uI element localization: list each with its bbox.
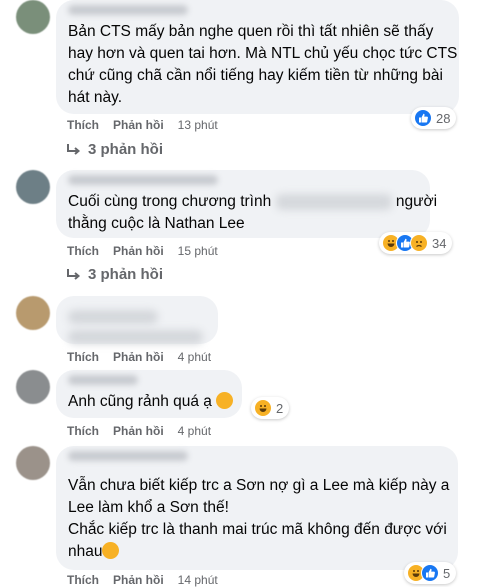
avatar[interactable] [16,370,50,404]
like-button[interactable]: Thích [67,244,99,258]
comment-text-line: chứ cũng chã cần nổi tiếng hay kiếm tiền… [68,67,443,84]
reply-button[interactable]: Phản hồi [113,424,164,438]
timestamp[interactable]: 14 phút [178,573,218,587]
timestamp[interactable]: 4 phút [178,350,211,364]
comment-text-line: hay hơn và quen tai hơn. Mà NTL chủ yếu … [68,45,458,62]
avatar[interactable] [16,170,50,204]
reply-button[interactable]: Phản hồi [113,350,164,364]
comment-bubble [56,296,218,344]
comment-text-line: Vẫn chưa biết kiếp trc a Sơn nợ gì a Lee… [68,477,450,494]
comment-text-line: Chắc kiếp trc là thanh mai trúc mã không… [68,521,447,538]
comment-text-line: hát này. [68,89,123,106]
comment-actions: Thích Phản hồi 14 phút [67,573,218,587]
comment-actions: Thích Phản hồi 4 phút [67,424,211,438]
author-name[interactable] [68,5,188,15]
view-replies-button[interactable]: 3 phản hồi [66,266,163,283]
haha-icon [254,399,272,417]
comment-text: Anh cũng rảnh quá ạ [68,393,212,410]
reaction-count: 5 [443,565,451,581]
reply-button[interactable]: Phản hồi [113,118,164,132]
redacted-text [275,193,392,210]
like-button[interactable]: Thích [67,118,99,132]
blurred-text [68,330,203,344]
avatar[interactable] [16,0,50,34]
like-button[interactable]: Thích [67,573,99,587]
reaction-count: 2 [276,400,284,416]
comment-text-line: Bản CTS mấy bản nghe quen rồi thì tất nh… [68,23,434,40]
comment-text-line: thằng cuộc là Nathan Lee [68,215,245,232]
reaction-summary[interactable]: 28 [411,107,457,129]
comment-text: nhau [68,543,103,560]
comment-text: Cuối cùng trong chương trình [68,193,272,210]
reaction-count: 28 [436,110,451,126]
like-icon [414,109,432,127]
reaction-summary[interactable]: 2 [251,397,290,419]
like-button[interactable]: Thích [67,350,99,364]
reply-arrow-icon [67,268,81,280]
comment-bubble: Vẫn chưa biết kiếp trc a Sơn nợ gì a Lee… [56,446,458,570]
reaction-summary[interactable]: 5 [404,562,457,584]
like-icon [421,564,439,582]
reply-button[interactable]: Phản hồi [113,573,164,587]
reply-arrow-icon [67,143,81,155]
replies-count: 3 phản hồi [88,266,163,283]
comment-actions: Thích Phản hồi 15 phút [67,244,218,258]
comment-bubble: Cuối cùng trong chương trình người thằng… [56,170,437,238]
comment-text-line: Cuối cùng trong chương trình người [68,191,437,213]
timestamp[interactable]: 13 phút [178,118,218,132]
reaction-count: 34 [432,235,447,251]
reaction-summary[interactable]: 34 [379,232,453,254]
comment-actions: Thích Phản hồi 4 phút [67,350,211,364]
replies-count: 3 phản hồi [88,141,163,158]
view-replies-button[interactable]: 3 phản hồi [66,141,163,158]
blurred-author [68,310,158,324]
comment-text-line: nhau [68,541,446,563]
like-button[interactable]: Thích [67,424,99,438]
sad-icon [410,234,428,252]
comment-text-line: Anh cũng rảnh quá ạ [68,391,234,413]
reply-button[interactable]: Phản hồi [113,244,164,258]
author-name[interactable] [68,451,188,461]
avatar[interactable] [16,446,50,480]
comment-bubble: Anh cũng rảnh quá ạ [56,370,242,418]
avatar[interactable] [16,296,50,330]
comment-actions: Thích Phản hồi 13 phút [67,118,218,132]
comment-text-line: Lee làm khổ a Sơn thế! [68,499,229,516]
sad-face-emoji-icon [216,392,234,409]
comment-bubble: Bản CTS mấy bản nghe quen rồi thì tất nh… [56,0,459,114]
comment-text: người [395,193,438,210]
author-name[interactable] [68,375,138,385]
timestamp[interactable]: 4 phút [178,424,211,438]
author-name[interactable] [68,175,218,185]
timestamp[interactable]: 15 phút [178,244,218,258]
laughing-emoji-icon [102,542,120,559]
